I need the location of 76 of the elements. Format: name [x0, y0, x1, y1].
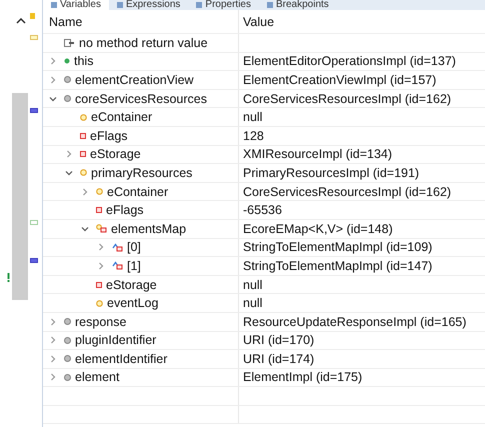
variable-name[interactable]: coreServicesResources	[75, 92, 207, 106]
tab-icon	[267, 2, 273, 8]
circle-icon	[64, 76, 71, 84]
variable-value: CoreServicesResourcesImpl (id=162)	[243, 184, 452, 199]
dot-icon	[80, 169, 87, 176]
entry-icon	[112, 261, 123, 270]
variable-value: null	[243, 110, 262, 124]
ruler-mark-icon[interactable]	[30, 220, 38, 225]
return-value-icon	[64, 38, 75, 47]
variable-value: StringToElementMapImpl (id=147)	[243, 258, 432, 273]
map-icon	[96, 224, 107, 234]
view-tab[interactable]: Expressions	[108, 0, 188, 10]
tab-icon	[196, 2, 202, 8]
variable-name[interactable]: eFlags	[90, 128, 128, 143]
variable-name[interactable]: eFlags	[106, 203, 144, 218]
variable-value: XMIResourceImpl (id=134)	[243, 147, 392, 162]
entry-icon	[112, 242, 123, 252]
variable-name[interactable]: elementCreationView	[75, 72, 194, 87]
variable-name[interactable]: eContainer	[107, 184, 168, 199]
circle-icon	[64, 355, 71, 362]
scrollbar-thumb[interactable]	[12, 93, 28, 300]
ruler-mark-icon[interactable]	[30, 258, 38, 263]
variable-name[interactable]: eStorage	[90, 147, 141, 162]
circle-icon	[64, 374, 71, 381]
circle-icon	[64, 318, 71, 326]
column-header[interactable]: Value	[239, 14, 485, 28]
variable-value: null	[243, 296, 262, 310]
square-icon	[80, 151, 86, 158]
variable-name[interactable]: elementIdentifier	[75, 352, 168, 366]
variable-value: 128	[243, 128, 264, 143]
chevron-icon[interactable]	[81, 224, 89, 233]
variable-value: null	[243, 278, 262, 292]
collapse-caret-icon[interactable]	[16, 18, 26, 24]
ruler-mark-icon[interactable]	[30, 35, 38, 40]
variable-name[interactable]: [0]	[127, 240, 141, 254]
variable-name[interactable]: eContainer	[91, 110, 152, 124]
dot-icon	[96, 188, 103, 196]
variable-name[interactable]: pluginIdentifier	[75, 333, 156, 348]
ruler-mark-icon[interactable]	[30, 108, 38, 113]
variable-value: URI (id=170)	[243, 333, 314, 348]
variable-value: CoreServicesResourcesImpl (id=162)	[243, 92, 452, 106]
tab-icon	[51, 2, 57, 8]
variable-value: StringToElementMapImpl (id=109)	[243, 240, 432, 254]
variable-name[interactable]: [1]	[127, 258, 141, 273]
chevron-icon[interactable]	[49, 94, 57, 103]
square-icon	[96, 282, 102, 288]
dot-icon	[80, 114, 87, 121]
variable-value: -65536	[243, 203, 282, 218]
variable-value: ResourceUpdateResponseImpl (id=165)	[243, 314, 466, 329]
column-header[interactable]: Name	[43, 10, 239, 33]
view-tab[interactable]: Properties	[188, 0, 259, 10]
view-tab[interactable]: Variables	[43, 0, 109, 10]
circle-icon	[64, 336, 71, 344]
variable-name[interactable]: no method return value	[79, 36, 208, 50]
tab-icon	[116, 2, 123, 8]
variable-name[interactable]: element	[75, 370, 120, 384]
dot-icon	[64, 58, 70, 64]
variable-value: ElementImpl (id=175)	[243, 370, 362, 384]
variable-name[interactable]: primaryResources	[91, 166, 192, 180]
variable-name[interactable]: eventLog	[107, 296, 158, 310]
chevron-icon[interactable]	[65, 168, 73, 177]
variable-name[interactable]: response	[75, 314, 126, 329]
variable-name[interactable]: eStorage	[106, 278, 157, 292]
warning-mark-icon	[7, 273, 10, 282]
variable-name[interactable]: elementsMap	[111, 222, 186, 236]
variable-value: ElementEditorOperationsImpl (id=137)	[243, 54, 456, 68]
variable-name[interactable]: this	[74, 54, 94, 68]
variable-value: URI (id=174)	[243, 352, 314, 366]
view-tab[interactable]: Breakpoints	[259, 0, 337, 10]
variable-value: ElementCreationViewImpl (id=157)	[243, 72, 436, 87]
variable-value: EcoreEMap<K,V> (id=148)	[243, 222, 393, 236]
square-icon	[96, 207, 102, 214]
dot-icon	[96, 300, 103, 307]
circle-icon	[64, 95, 71, 102]
square-icon	[80, 132, 86, 139]
variable-value: PrimaryResourcesImpl (id=191)	[243, 166, 420, 180]
